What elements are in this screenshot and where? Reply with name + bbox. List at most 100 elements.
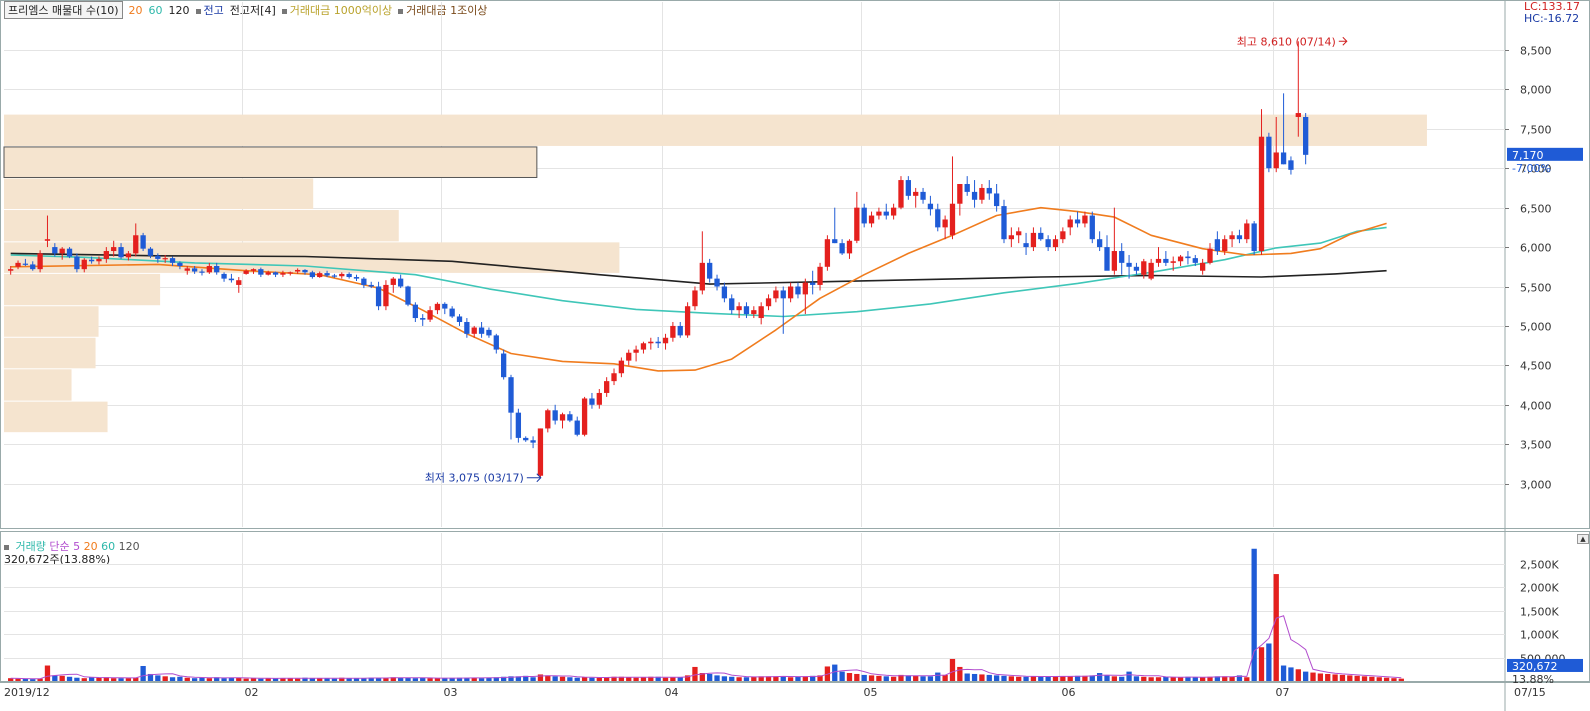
chart-canvas[interactable]: 3,000 3,500 4,000 4,500 5,000 5,500 6,000 6,500… bbox=[0, 0, 1590, 711]
date-tick-label: 02 bbox=[245, 686, 259, 699]
candle-body bbox=[589, 398, 595, 405]
candle-body bbox=[567, 414, 573, 421]
volume-bar bbox=[199, 677, 205, 681]
candle-body bbox=[1177, 256, 1184, 262]
volume-profile-band bbox=[4, 178, 314, 210]
candle-body bbox=[1280, 152, 1287, 165]
candle-body bbox=[1096, 239, 1103, 248]
candle-body bbox=[1214, 239, 1221, 252]
volume-tick-label: 2,000K bbox=[1520, 582, 1559, 595]
volume-bar bbox=[177, 676, 183, 681]
volume-bars bbox=[8, 548, 1404, 681]
candle-body bbox=[361, 278, 367, 285]
volume-bar bbox=[1251, 548, 1257, 681]
volume-tick-label: 1,000K bbox=[1520, 629, 1559, 642]
volume-bar bbox=[125, 678, 132, 681]
volume-bar bbox=[1038, 676, 1044, 681]
candle-body bbox=[294, 269, 301, 272]
candle-body bbox=[832, 239, 838, 244]
volume-bar bbox=[552, 676, 558, 681]
candle-body bbox=[1008, 235, 1014, 240]
volume-bar bbox=[1067, 676, 1073, 681]
candle-body bbox=[986, 187, 992, 194]
volume-bar bbox=[876, 675, 882, 681]
candle-body bbox=[317, 273, 323, 278]
volume-bar bbox=[868, 675, 875, 681]
volume-bar bbox=[530, 677, 536, 681]
candle-body bbox=[30, 264, 36, 270]
volume-bar bbox=[714, 675, 720, 681]
candle-body bbox=[1155, 258, 1162, 263]
volume-bar bbox=[1229, 676, 1235, 681]
volume-bar bbox=[787, 677, 794, 681]
candle-body bbox=[949, 203, 956, 236]
candle-body bbox=[346, 273, 352, 278]
volume-bar bbox=[74, 677, 80, 681]
volume-profile bbox=[3, 114, 1427, 433]
volume-bar bbox=[1060, 676, 1066, 681]
volume-bar bbox=[1104, 675, 1110, 681]
candle-body bbox=[265, 272, 271, 275]
volume-bar bbox=[1325, 673, 1331, 681]
candle-body bbox=[633, 349, 639, 353]
candle-body bbox=[552, 410, 558, 421]
volume-bar bbox=[66, 676, 73, 681]
price-tick-label: 3,000 bbox=[1520, 479, 1552, 492]
volume-bar bbox=[913, 675, 919, 681]
volume-bar bbox=[1383, 677, 1390, 681]
volume-bar bbox=[1155, 677, 1162, 681]
candle-body bbox=[125, 253, 132, 258]
candle-body bbox=[913, 191, 919, 196]
candle-body bbox=[1001, 206, 1007, 240]
volume-bar bbox=[927, 676, 934, 681]
candle-body bbox=[1192, 258, 1198, 263]
candle-body bbox=[214, 266, 220, 273]
volume-bar bbox=[81, 678, 87, 681]
candle-body bbox=[1104, 247, 1110, 271]
volume-bar bbox=[1347, 675, 1353, 681]
candle-body bbox=[758, 306, 764, 319]
candle-body bbox=[103, 251, 109, 259]
price-tick-label: 3,500 bbox=[1520, 439, 1552, 452]
volume-bar bbox=[434, 678, 441, 681]
candle-body bbox=[493, 335, 499, 350]
volume-bar bbox=[883, 676, 889, 681]
volume-bar bbox=[1317, 673, 1324, 681]
candle-body bbox=[655, 341, 661, 344]
volume-bar bbox=[44, 665, 51, 681]
volume-profile-band bbox=[4, 306, 99, 337]
candle-body bbox=[353, 277, 360, 279]
volume-bar bbox=[751, 676, 757, 681]
candle-body bbox=[1045, 239, 1051, 248]
candle-body bbox=[883, 211, 889, 216]
volume-bar bbox=[478, 678, 485, 681]
candle-body bbox=[199, 271, 205, 273]
volume-bar bbox=[1023, 676, 1029, 681]
candle-body bbox=[530, 440, 536, 443]
candle-body bbox=[169, 258, 176, 263]
chart-window: { "chart_data": [ { "type": "candlestick… bbox=[0, 0, 1590, 711]
candle-body bbox=[434, 303, 441, 311]
volume-bar bbox=[1303, 671, 1309, 681]
volume-bar bbox=[442, 678, 448, 681]
volume-bar bbox=[567, 677, 573, 681]
volume-bar bbox=[169, 677, 176, 681]
volume-bar bbox=[846, 673, 853, 681]
volume-bar bbox=[1332, 674, 1338, 681]
volume-bar bbox=[957, 666, 963, 681]
volume-bar bbox=[1288, 667, 1294, 681]
candle-body bbox=[559, 414, 566, 421]
volume-bar bbox=[22, 678, 29, 681]
candle-body bbox=[486, 329, 492, 336]
volume-ma5-line bbox=[10, 615, 1402, 680]
candle-body bbox=[824, 239, 831, 267]
volume-bar bbox=[1398, 678, 1404, 681]
volume-bar bbox=[1016, 676, 1022, 681]
candle-body bbox=[405, 286, 411, 305]
volume-bar bbox=[162, 676, 168, 681]
candle-body bbox=[1185, 256, 1191, 259]
volume-bar bbox=[662, 677, 669, 681]
volume-bar bbox=[993, 675, 1000, 681]
volume-bar bbox=[59, 675, 65, 681]
candle-body bbox=[287, 272, 293, 274]
